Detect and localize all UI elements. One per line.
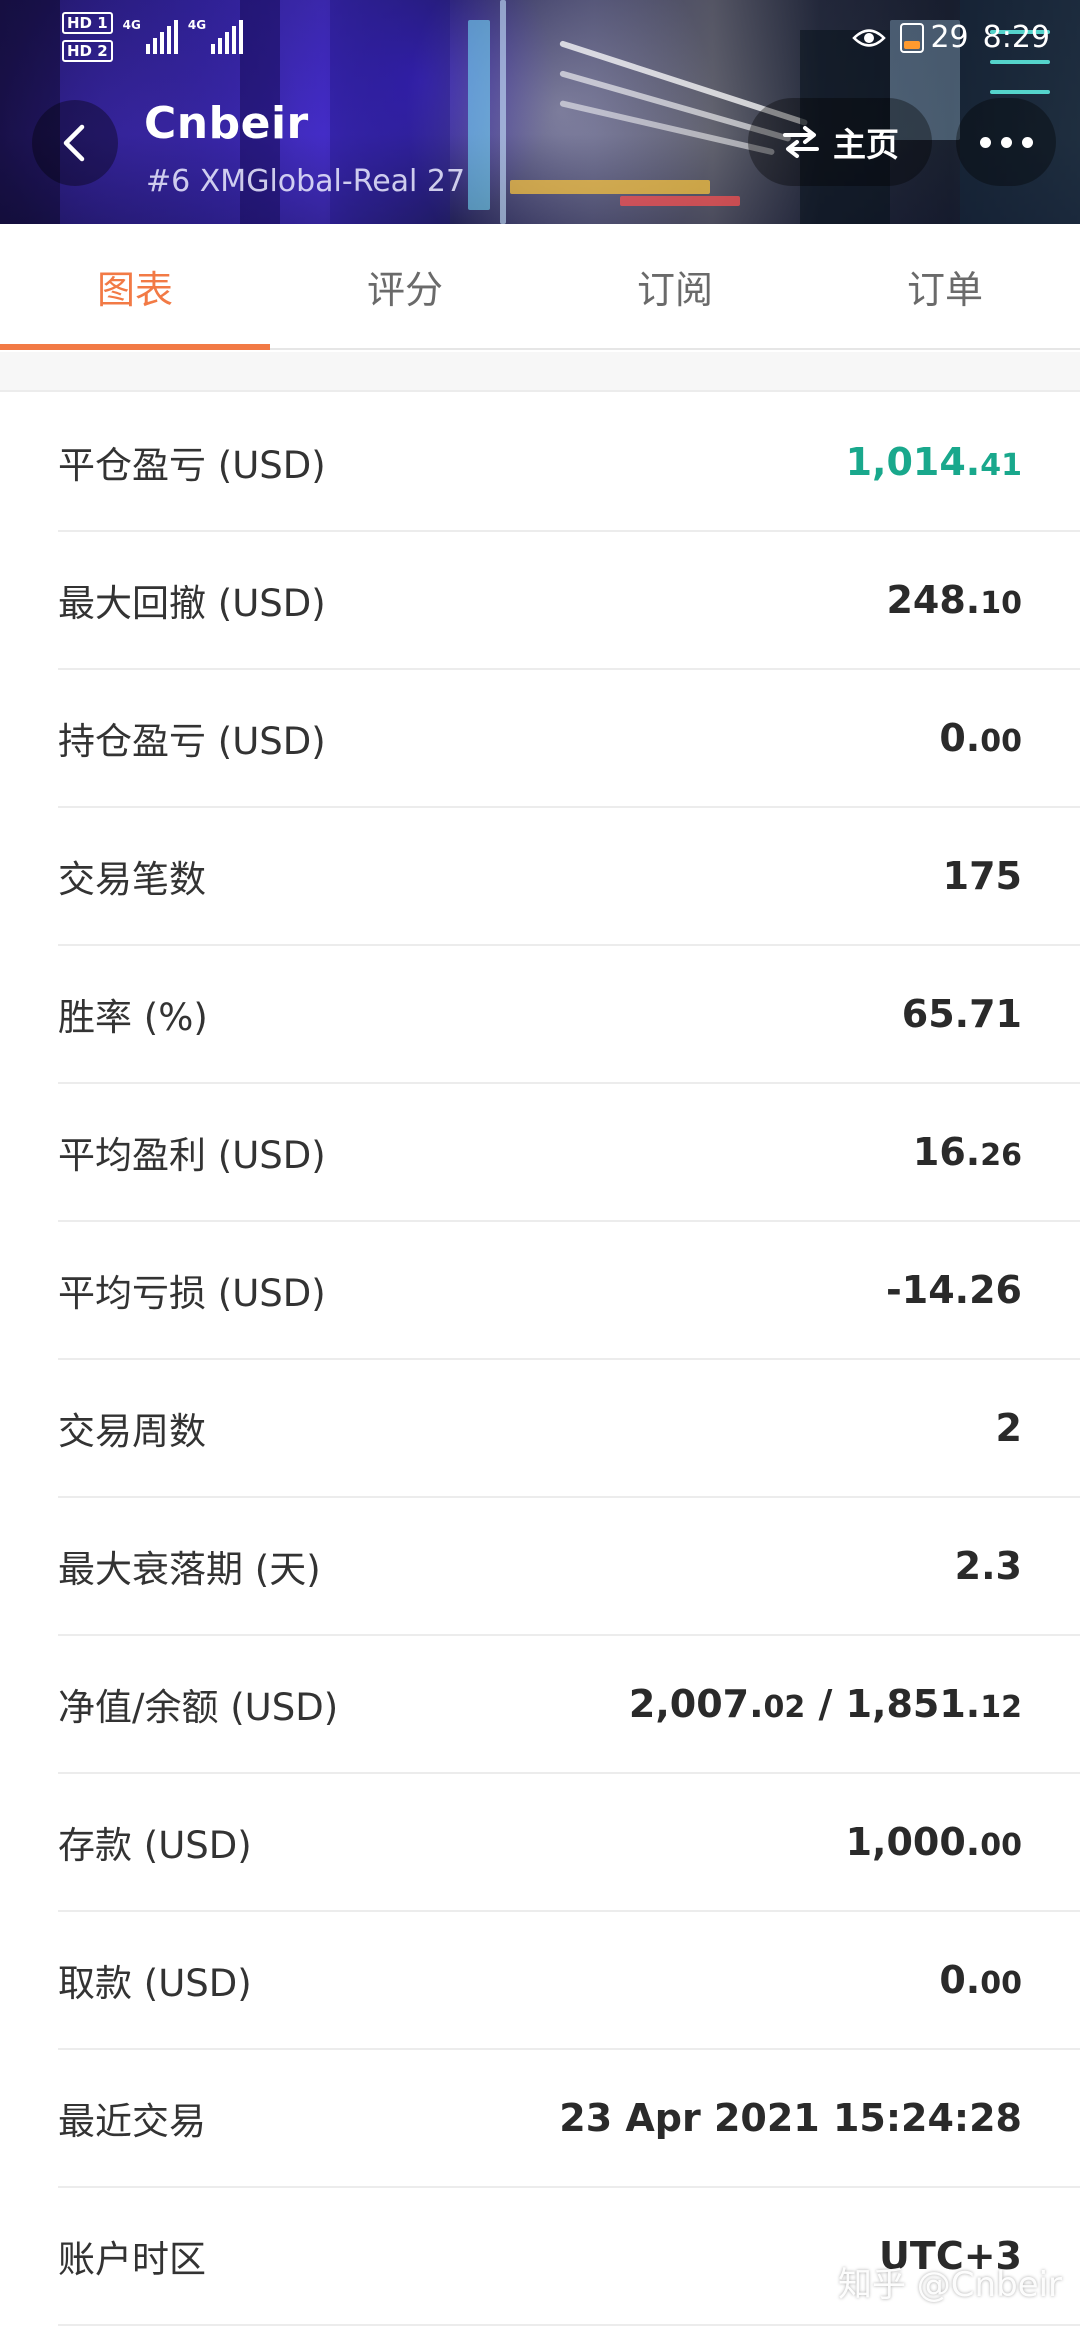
- chevron-left-icon: [63, 124, 85, 162]
- home-button[interactable]: 主页: [748, 98, 932, 186]
- stat-value: 2,007.02 / 1,851.12: [628, 1682, 1022, 1726]
- stat-value: 0.00: [939, 1958, 1022, 2002]
- stat-label: 交易周数: [58, 1410, 206, 1453]
- signal-icon-2: 4G: [188, 18, 244, 54]
- stat-label: 持仓盈亏 (USD): [58, 720, 326, 763]
- battery-icon: 29: [900, 20, 969, 55]
- stat-label: 最大衰落期 (天): [58, 1548, 321, 1591]
- tab-bar: 图表 评分 订阅 订单: [0, 224, 1080, 350]
- stat-row-deposit: 存款 (USD) 1,000.00: [58, 1774, 1080, 1912]
- stat-label: 净值/余额 (USD): [58, 1686, 339, 1729]
- stat-row-win-rate: 胜率 (%) 65.71: [58, 946, 1080, 1084]
- watermark: 知乎 @Cnbeir: [837, 2265, 1062, 2305]
- stat-row-avg-profit: 平均盈利 (USD) 16.26: [58, 1084, 1080, 1222]
- stat-label: 交易笔数: [58, 858, 206, 901]
- stat-value: 1,014.41: [845, 440, 1022, 484]
- stat-value: 1,000.00: [845, 1820, 1022, 1864]
- more-dot-icon: [1000, 136, 1012, 148]
- eye-icon: [852, 28, 887, 47]
- stat-value: 0.00: [939, 716, 1022, 760]
- stat-row-equity-balance: 净值/余额 (USD) 2,007.02 / 1,851.12: [58, 1636, 1080, 1774]
- stat-label: 最近交易: [58, 2100, 206, 2143]
- stat-value: 248.10: [886, 578, 1022, 622]
- tab-orders[interactable]: 订单: [810, 224, 1080, 348]
- stat-value: -14.26: [886, 1268, 1022, 1312]
- stat-row-withdrawal: 取款 (USD) 0.00: [58, 1912, 1080, 2050]
- stat-row-max-drawdown: 最大回撤 (USD) 248.10: [58, 532, 1080, 670]
- stat-row-last-trade: 最近交易 23 Apr 2021 15:24:28: [58, 2050, 1080, 2188]
- stat-value: 2.3: [954, 1544, 1022, 1588]
- stat-label: 取款 (USD): [58, 1962, 252, 2005]
- stats-list: 平仓盈亏 (USD) 1,014.41 最大回撤 (USD) 248.10 持仓…: [0, 394, 1080, 2326]
- stat-label: 账户时区: [58, 2238, 206, 2281]
- account-subtitle: #6 XMGlobal-Real 27: [146, 164, 466, 199]
- battery-level: 29: [930, 20, 969, 55]
- stat-row-trade-count: 交易笔数 175: [58, 808, 1080, 946]
- more-dot-icon: [1021, 136, 1033, 148]
- stat-row-floating-pnl: 持仓盈亏 (USD) 0.00: [58, 670, 1080, 808]
- stat-value: 23 Apr 2021 15:24:28: [559, 2096, 1022, 2140]
- tab-subscribe[interactable]: 订阅: [540, 224, 810, 348]
- swap-icon: [783, 126, 819, 158]
- stat-label: 存款 (USD): [58, 1824, 252, 1867]
- back-button[interactable]: [32, 100, 118, 186]
- section-divider: [0, 352, 1080, 392]
- stat-label: 胜率 (%): [58, 996, 208, 1039]
- stat-label: 平均盈利 (USD): [58, 1134, 326, 1177]
- stat-value: 65.71: [901, 992, 1022, 1036]
- stat-value: 2: [995, 1406, 1022, 1450]
- stat-value: 16.26: [912, 1130, 1022, 1174]
- account-name: Cnbeir: [144, 98, 309, 149]
- stat-row-avg-loss: 平均亏损 (USD) -14.26: [58, 1222, 1080, 1360]
- stat-label: 平仓盈亏 (USD): [58, 444, 326, 487]
- hd-badge-1: HD 1: [62, 12, 113, 34]
- more-button[interactable]: [956, 98, 1056, 186]
- stat-label: 最大回撤 (USD): [58, 582, 326, 625]
- stat-row-max-decline-period: 最大衰落期 (天) 2.3: [58, 1498, 1080, 1636]
- signal-icon-1: 4G: [123, 18, 178, 54]
- hd-badge-2: HD 2: [62, 40, 113, 62]
- status-bar: HD 1 HD 2 4G 4G 29 8:29: [0, 0, 1080, 70]
- stat-row-trading-weeks: 交易周数 2: [58, 1360, 1080, 1498]
- stat-value: 175: [942, 854, 1022, 898]
- profile-header: HD 1 HD 2 4G 4G 29 8:29 Cnbeir #6 XMGlob…: [0, 0, 1080, 224]
- more-dot-icon: [979, 136, 991, 148]
- stat-row-closed-pnl: 平仓盈亏 (USD) 1,014.41: [58, 394, 1080, 532]
- home-label: 主页: [833, 125, 899, 164]
- tab-chart[interactable]: 图表: [0, 224, 270, 350]
- tab-rating[interactable]: 评分: [270, 224, 540, 348]
- stat-label: 平均亏损 (USD): [58, 1272, 326, 1315]
- clock: 8:29: [982, 20, 1050, 55]
